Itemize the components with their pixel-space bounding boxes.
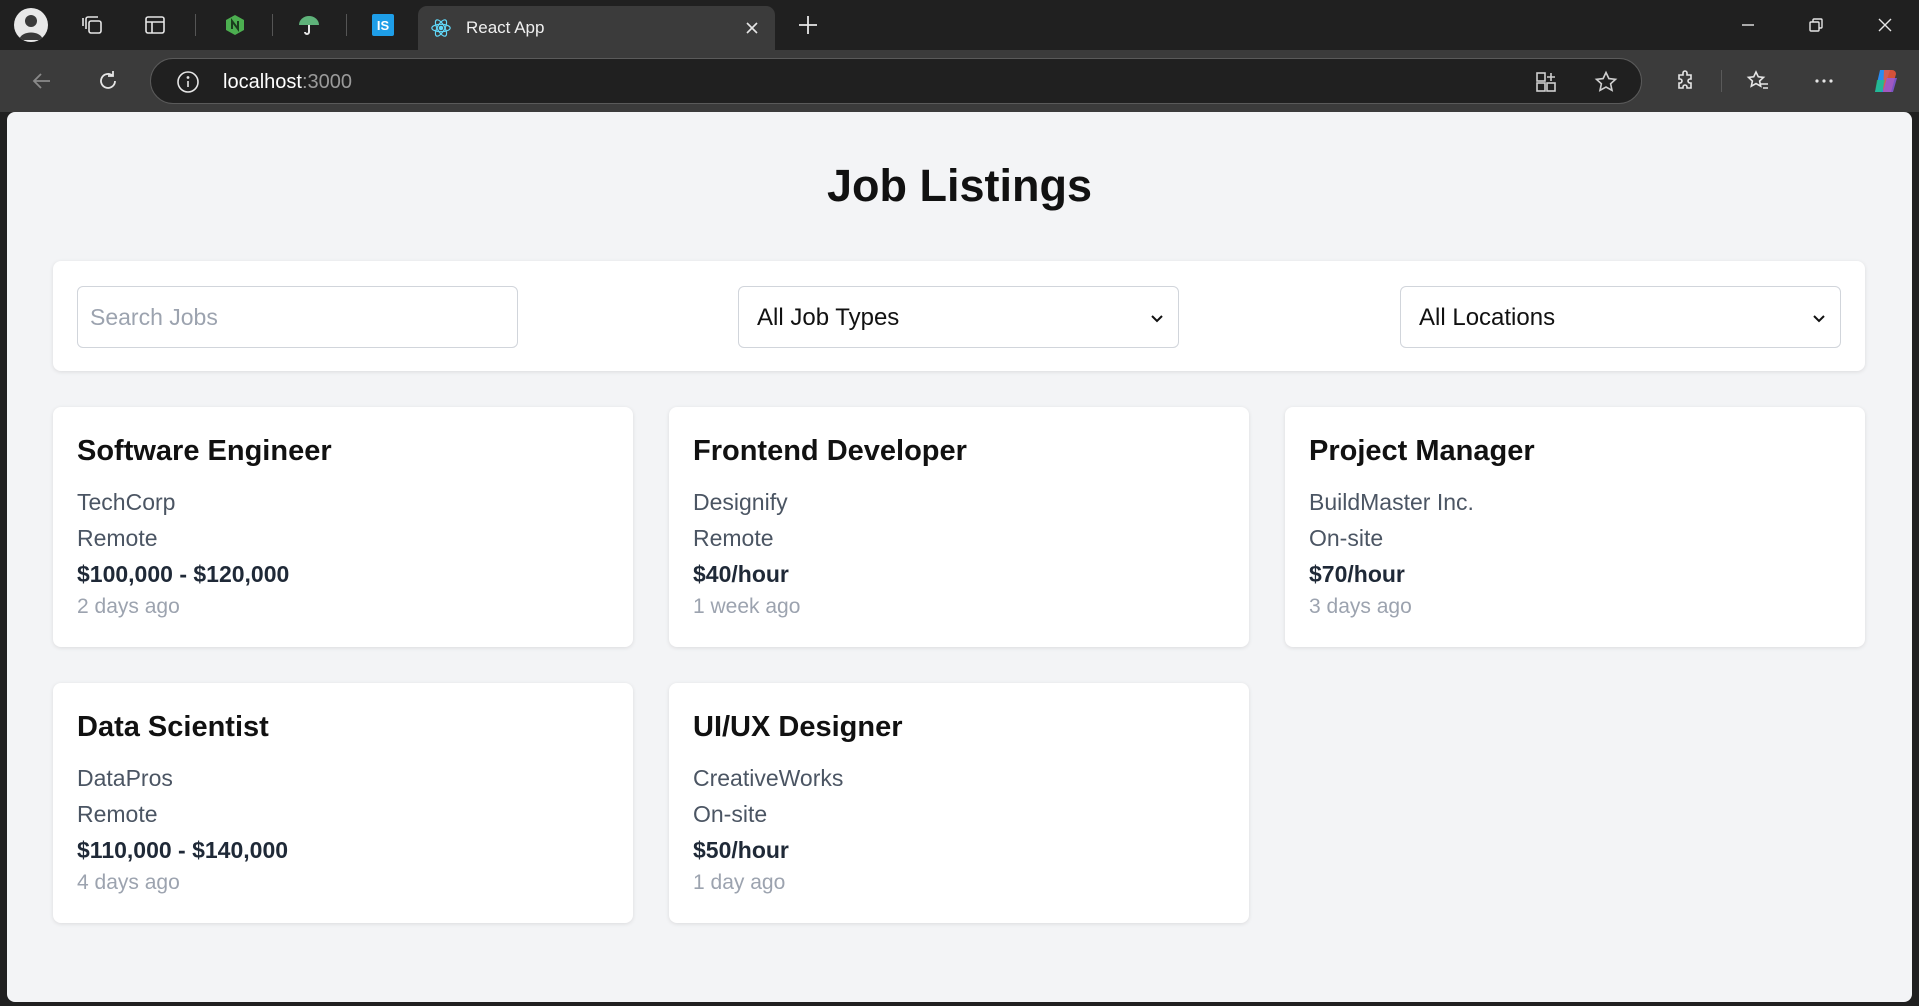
url-text: localhost:3000 <box>223 71 352 94</box>
search-input[interactable] <box>77 286 518 348</box>
job-location: Remote <box>77 525 158 551</box>
chevron-down-icon <box>1813 315 1825 323</box>
job-location: Remote <box>77 801 158 827</box>
new-tab-icon[interactable] <box>791 8 825 42</box>
copilot-icon[interactable] <box>1868 64 1904 98</box>
site-info-icon[interactable] <box>175 69 201 95</box>
url-port: :3000 <box>301 71 352 93</box>
back-icon[interactable] <box>24 64 60 98</box>
react-favicon-icon <box>430 17 452 39</box>
location-select[interactable]: All Locations <box>1400 286 1841 348</box>
profile-avatar-icon[interactable] <box>14 8 48 42</box>
job-card[interactable]: UI/UX Designer CreativeWorks On-site $50… <box>669 683 1249 923</box>
job-card[interactable]: Frontend Developer Designify Remote $40/… <box>669 407 1249 647</box>
url-field[interactable]: localhost:3000 <box>150 58 1642 104</box>
location-select-value: All Locations <box>1419 304 1556 331</box>
svg-text:IS: IS <box>377 18 390 33</box>
job-company: Designify <box>693 489 788 515</box>
job-title: Data Scientist <box>77 711 269 743</box>
restore-icon[interactable] <box>1792 8 1840 42</box>
job-card[interactable]: Data Scientist DataPros Remote $110,000 … <box>53 683 633 923</box>
tab-close-icon[interactable] <box>741 17 763 39</box>
job-company: TechCorp <box>77 489 176 515</box>
filters-panel: All Job Types All Locations <box>53 261 1865 371</box>
minimize-icon[interactable] <box>1724 8 1772 42</box>
tab-separator <box>195 14 196 36</box>
url-host: localhost <box>223 71 302 93</box>
job-salary: $50/hour <box>693 837 789 863</box>
job-type-select-value: All Job Types <box>757 304 900 331</box>
workspaces-icon[interactable] <box>76 8 110 42</box>
job-title: Software Engineer <box>77 435 332 467</box>
job-posted: 4 days ago <box>77 871 180 894</box>
tab-actions-icon[interactable] <box>138 8 172 42</box>
job-posted: 1 day ago <box>693 871 786 894</box>
active-tab[interactable]: React App <box>418 6 775 50</box>
job-location: Remote <box>693 525 774 551</box>
job-title: Frontend Developer <box>693 435 967 467</box>
job-location: On-site <box>693 801 768 827</box>
job-title: Project Manager <box>1309 435 1535 467</box>
reload-icon[interactable] <box>90 64 126 98</box>
app-available-icon[interactable] <box>1533 69 1559 95</box>
tab-separator <box>346 14 347 36</box>
job-company: DataPros <box>77 765 173 791</box>
job-salary: $100,000 - $120,000 <box>77 561 290 587</box>
job-salary: $70/hour <box>1309 561 1405 587</box>
job-salary: $40/hour <box>693 561 789 587</box>
job-company: BuildMaster Inc. <box>1309 489 1474 515</box>
chevron-down-icon <box>1151 315 1163 323</box>
job-card[interactable]: Software Engineer TechCorp Remote $100,0… <box>53 407 633 647</box>
favorite-star-icon[interactable] <box>1593 69 1619 95</box>
more-options-icon[interactable] <box>1806 64 1842 98</box>
node-tab-favicon-icon[interactable] <box>218 8 252 42</box>
tab-bar: IS React App <box>0 0 1919 50</box>
job-title: UI/UX Designer <box>693 711 903 743</box>
job-company: CreativeWorks <box>693 765 844 791</box>
tab-separator <box>272 14 273 36</box>
page-viewport: Job Listings All Job Types All Locations… <box>7 112 1912 1002</box>
umbrella-tab-favicon-icon[interactable] <box>292 8 326 42</box>
job-location: On-site <box>1309 525 1384 551</box>
toolbar-separator <box>1721 70 1722 92</box>
tab-title: React App <box>466 18 545 37</box>
job-posted: 1 week ago <box>693 595 801 618</box>
page-title: Job Listings <box>826 160 1092 211</box>
extensions-icon[interactable] <box>1668 64 1704 98</box>
is-tab-favicon-icon[interactable]: IS <box>366 8 400 42</box>
job-posted: 3 days ago <box>1309 595 1412 618</box>
job-salary: $110,000 - $140,000 <box>77 837 289 863</box>
close-window-icon[interactable] <box>1861 8 1909 42</box>
job-card[interactable]: Project Manager BuildMaster Inc. On-site… <box>1285 407 1865 647</box>
address-bar: localhost:3000 <box>0 50 1919 112</box>
favorites-icon[interactable] <box>1740 64 1776 98</box>
job-type-select[interactable]: All Job Types <box>738 286 1179 348</box>
job-posted: 2 days ago <box>77 595 180 618</box>
